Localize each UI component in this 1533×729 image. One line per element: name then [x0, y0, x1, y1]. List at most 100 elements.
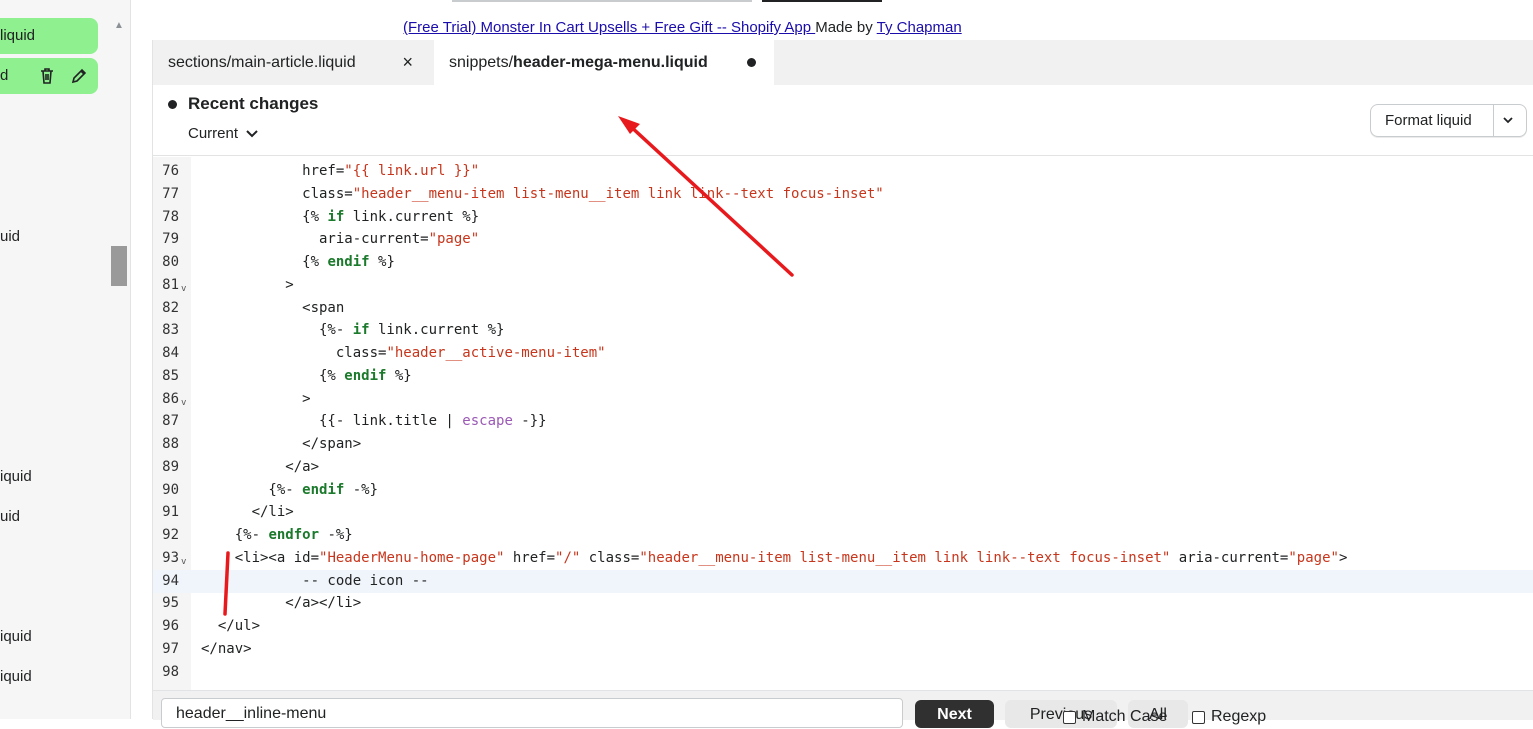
file-item[interactable]: iquid [0, 468, 32, 485]
file-item-label: iquid [0, 668, 32, 685]
scrollbar-thumb[interactable] [111, 246, 127, 286]
code-line[interactable]: 82 <span [153, 297, 1533, 320]
line-number: 78 [162, 208, 179, 225]
code-line[interactable]: 77 class="header__menu-item list-menu__i… [153, 183, 1533, 206]
code-line[interactable]: 92 {%- endfor -%} [153, 524, 1533, 547]
regexp-checkbox[interactable]: Regexp [1192, 708, 1266, 726]
line-number: 83 [162, 322, 179, 339]
file-item[interactable]: uid [0, 508, 20, 525]
line-number: 93 [162, 549, 179, 566]
format-liquid-label: Format liquid [1385, 112, 1472, 129]
line-number: 85 [162, 367, 179, 384]
line-number: 84 [162, 345, 179, 361]
find-input[interactable]: header__inline-menu [161, 698, 903, 728]
close-icon[interactable]: × [402, 52, 413, 73]
line-number: 81 [162, 276, 179, 293]
version-select[interactable]: Current [188, 125, 258, 142]
author-link[interactable]: Ty Chapman [877, 19, 962, 36]
code-line[interactable]: 90 {%- endif -%} [153, 479, 1533, 502]
line-number: 97 [162, 640, 179, 657]
line-number: 92 [162, 527, 179, 543]
tab-bar: sections/main-article.liquid × snippets/… [153, 40, 1533, 85]
code-line[interactable]: 98 [153, 661, 1533, 684]
code-text: > [201, 276, 294, 293]
file-item[interactable]: uid [0, 228, 20, 245]
code-line[interactable]: 88 </span> [153, 433, 1533, 456]
file-item-label: uid [0, 508, 21, 525]
code-text: aria-current="page" [201, 231, 480, 248]
code-line[interactable]: 80 {% endif %} [153, 251, 1533, 274]
line-number: 90 [162, 481, 179, 498]
code-line[interactable]: 91 </li> [153, 501, 1533, 524]
match-case-label: Match Case [1082, 708, 1168, 725]
next-button[interactable]: Next [915, 700, 994, 728]
code-text: class="header__menu-item list-menu__item… [201, 185, 884, 202]
code-text: {% endif %} [201, 254, 395, 270]
banner-text: Made by [815, 19, 877, 36]
tab-main-article[interactable]: sections/main-article.liquid × [153, 40, 431, 85]
sidebar-scrollbar[interactable]: ▲ [110, 18, 128, 718]
code-line[interactable]: 84 class="header__active-menu-item" [153, 342, 1533, 365]
code-line[interactable]: 81 v > [153, 274, 1533, 297]
recent-changes-title: Recent changes [188, 94, 319, 113]
checkbox-box[interactable] [1192, 710, 1205, 724]
line-number: 96 [162, 618, 179, 634]
code-line[interactable]: 76 href="{{ link.url }}" [153, 160, 1533, 183]
code-text: </li> [201, 504, 294, 521]
file-item-label: iquid [0, 628, 32, 645]
file-item[interactable]: iquid [0, 668, 32, 685]
file-item-label: iquid [0, 468, 32, 485]
code-line[interactable]: 97 </nav> [153, 638, 1533, 661]
code-line[interactable]: 83 {%- if link.current %} [153, 319, 1533, 342]
file-item-label: uid [0, 228, 21, 245]
code-line[interactable]: 78 {% if link.current %} [153, 206, 1533, 229]
code-text: -- code icon -- [201, 572, 429, 589]
version-label: Current [188, 125, 239, 142]
code-editor: sections/main-article.liquid × snippets/… [152, 40, 1533, 728]
code-text: class="header__active-menu-item" [201, 345, 606, 361]
file-sidebar: liquid d uid iquid uid iquid iquid ▲ [0, 0, 131, 719]
scroll-up-icon[interactable]: ▲ [114, 20, 124, 31]
unsaved-dot-icon [747, 58, 756, 67]
code-line[interactable]: 89 </a> [153, 456, 1533, 479]
code-text: {%- endif -%} [201, 481, 379, 498]
code-line[interactable]: 94 -- code icon -- [153, 569, 1533, 593]
top-toolbar-edge [130, 0, 1533, 18]
line-number: 79 [162, 231, 179, 248]
app-link[interactable]: (Free Trial) Monster In Cart Upsells + F… [403, 19, 815, 36]
match-case-checkbox[interactable]: Match Case [1063, 708, 1167, 726]
tab-label: sections/main-article.liquid [168, 53, 356, 71]
pencil-icon[interactable] [70, 67, 88, 85]
code-text: > [201, 390, 311, 407]
line-number: 89 [162, 458, 179, 475]
code-text: {{- link.title | escape -}} [201, 413, 547, 430]
line-number: 91 [162, 504, 179, 521]
file-item-active-1[interactable]: liquid [0, 18, 98, 54]
checkbox-box[interactable] [1063, 710, 1076, 724]
code-text: </a></li> [201, 595, 362, 612]
code-line[interactable]: 93 v <li><a id="HeaderMenu-home-page" hre… [153, 547, 1533, 570]
code-line[interactable]: 96 </ul> [153, 615, 1533, 638]
format-liquid-button[interactable]: Format liquid [1370, 104, 1527, 137]
line-number: 98 [162, 663, 179, 680]
code-text: {%- if link.current %} [201, 322, 505, 339]
code-text: href="{{ link.url }}" [201, 163, 480, 179]
file-item[interactable]: iquid [0, 628, 32, 645]
code-line[interactable]: 85 {% endif %} [153, 365, 1533, 388]
code-text: {%- endfor -%} [201, 527, 353, 543]
code-line[interactable]: 87 {{- link.title | escape -}} [153, 410, 1533, 433]
chevron-down-icon[interactable] [1502, 114, 1514, 126]
code-text: </nav> [201, 640, 252, 657]
line-number: 88 [162, 436, 179, 452]
code-line[interactable]: 79 aria-current="page" [153, 228, 1533, 251]
tab-header-mega-menu[interactable]: snippets/header-mega-menu.liquid [434, 40, 774, 85]
file-item-active-2[interactable]: d [0, 58, 98, 94]
code-text: </span> [201, 436, 362, 452]
code-line[interactable]: 86 v > [153, 388, 1533, 411]
find-bar: header__inline-menu Next Previous All Ma… [153, 690, 1533, 728]
line-number: 95 [162, 595, 179, 612]
line-number: 77 [162, 185, 179, 202]
trash-icon[interactable] [38, 67, 56, 85]
code-area[interactable]: 76 href="{{ link.url }}" 77 class="header… [153, 157, 1533, 690]
code-line[interactable]: 95 </a></li> [153, 592, 1533, 615]
